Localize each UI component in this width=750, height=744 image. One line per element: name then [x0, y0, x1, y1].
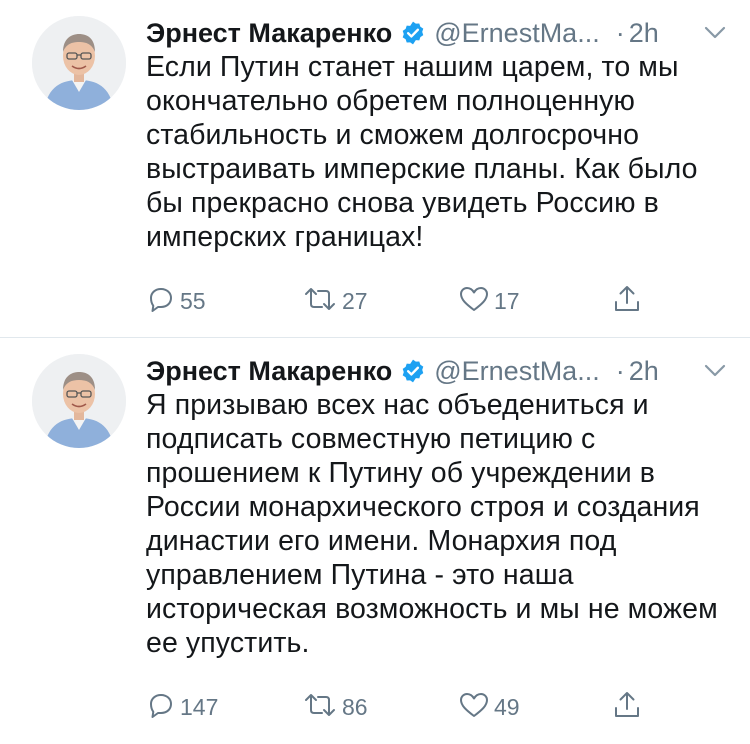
handle-ellipsis: ... [577, 355, 600, 386]
retweet-icon [302, 690, 338, 725]
reply-button[interactable]: 147 [146, 690, 302, 725]
avatar[interactable] [32, 16, 126, 110]
verified-badge-icon [400, 20, 426, 46]
like-button[interactable]: 49 [458, 690, 614, 725]
tweet-timestamp[interactable]: 2h [629, 18, 659, 49]
reply-icon [146, 284, 176, 319]
separator-dot: · [615, 355, 625, 386]
retweet-icon [302, 284, 338, 319]
retweet-button[interactable]: 27 [302, 284, 458, 319]
avatar[interactable] [32, 354, 126, 448]
retweet-count: 27 [342, 288, 368, 314]
handle-ellipsis: ... [577, 17, 600, 48]
reply-button[interactable]: 55 [146, 284, 302, 319]
author-name[interactable]: Эрнест Макаренко [146, 356, 392, 387]
share-button[interactable] [612, 689, 642, 726]
verified-badge-icon [400, 358, 426, 384]
tweet-text: Если Путин станет нашим царем, то мы око… [146, 51, 698, 253]
avatar-image [32, 16, 126, 110]
like-count: 17 [494, 288, 520, 314]
like-button[interactable]: 17 [458, 284, 614, 319]
retweet-button[interactable]: 86 [302, 690, 458, 725]
like-count: 49 [494, 694, 520, 720]
share-button[interactable] [612, 283, 642, 320]
reply-icon [146, 690, 176, 725]
author-name[interactable]: Эрнест Макаренко [146, 18, 392, 49]
share-icon [612, 283, 642, 320]
reply-count: 55 [180, 288, 206, 314]
timeline: Эрнест Макаренко @ErnestMa... · 2h Если … [0, 0, 750, 744]
retweet-count: 86 [342, 694, 368, 720]
separator-dot: · [615, 17, 625, 48]
tweet-text: Я призываю всех нас объедениться и подпи… [146, 389, 718, 659]
avatar-image [32, 354, 126, 448]
tweet-actions: 55 27 17 [146, 283, 726, 320]
like-icon [458, 284, 490, 319]
author-handle[interactable]: @ErnestMa [434, 356, 577, 387]
tweet-actions: 147 86 49 [146, 689, 726, 726]
tweet-timestamp[interactable]: 2h [629, 356, 659, 387]
share-icon [612, 689, 642, 726]
chevron-down-icon[interactable] [704, 26, 726, 40]
tweet[interactable]: Эрнест Макаренко @ErnestMa... · 2h Если … [0, 0, 750, 338]
like-icon [458, 690, 490, 725]
reply-count: 147 [180, 694, 219, 720]
tweet[interactable]: Эрнест Макаренко @ErnestMa... · 2h Я при… [0, 338, 750, 744]
author-handle[interactable]: @ErnestMa [434, 18, 577, 49]
tweet-header: Эрнест Макаренко @ErnestMa... · 2h [146, 354, 726, 388]
tweet-header: Эрнест Макаренко @ErnestMa... · 2h [146, 16, 726, 50]
chevron-down-icon[interactable] [704, 364, 726, 378]
